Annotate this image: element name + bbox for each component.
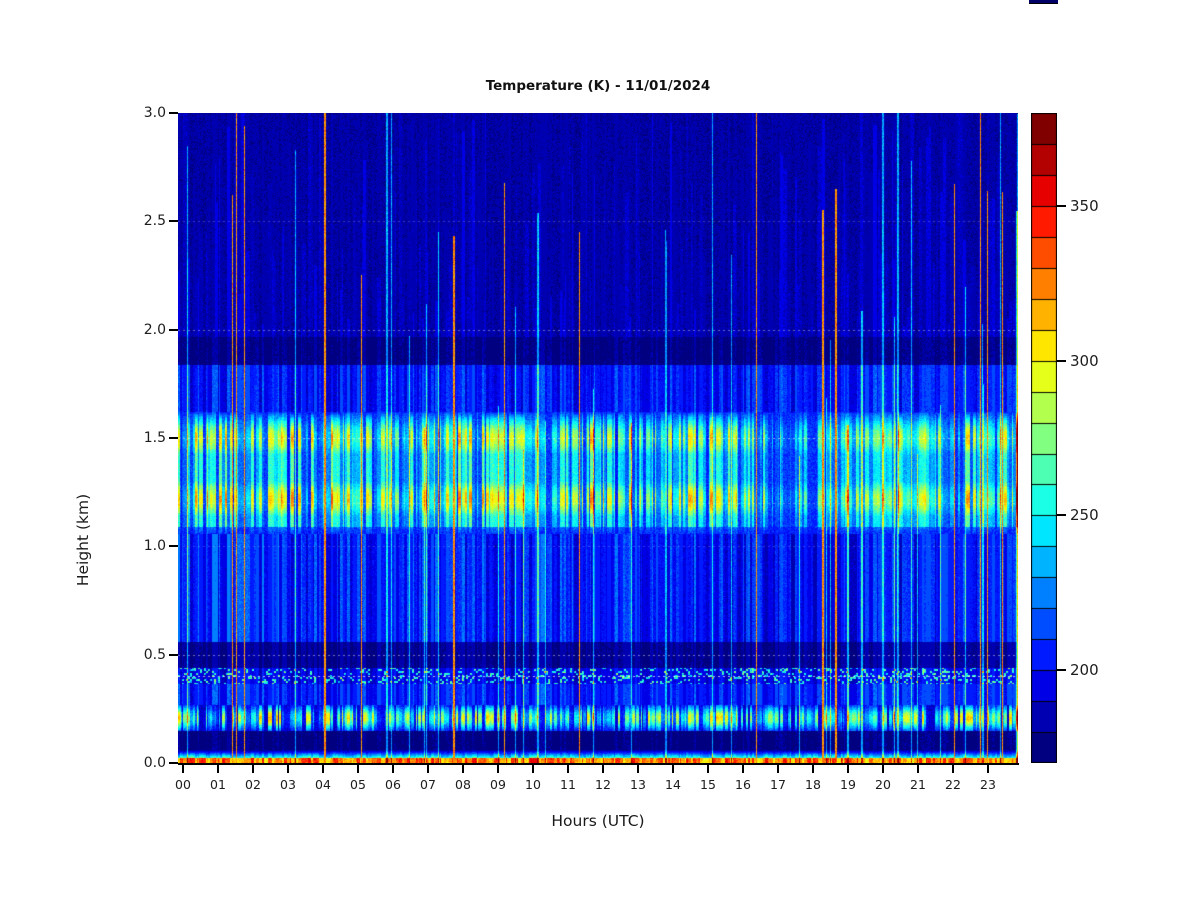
y-axis-tick-label: 0.5 bbox=[143, 646, 166, 663]
x-axis-tick bbox=[882, 764, 884, 773]
x-axis-tick bbox=[567, 764, 569, 773]
x-axis-tick-label: 16 bbox=[735, 777, 751, 792]
x-axis-tick bbox=[812, 764, 814, 773]
colorbar-tick bbox=[1057, 669, 1066, 672]
top-edge-window-fragment bbox=[1029, 0, 1058, 4]
x-axis-tick-label: 17 bbox=[770, 777, 786, 792]
colorbar-tick-label: 250 bbox=[1070, 506, 1099, 525]
x-axis-tick-label: 02 bbox=[245, 777, 261, 792]
y-axis-tick-label: 3.0 bbox=[143, 105, 166, 121]
colorbar-tick bbox=[1057, 514, 1066, 517]
x-axis-tick-label: 18 bbox=[805, 777, 821, 792]
x-axis-tick-label: 13 bbox=[630, 777, 646, 792]
x-axis-tick bbox=[917, 764, 919, 773]
y-axis-tick bbox=[169, 220, 178, 223]
colorbar bbox=[1031, 113, 1057, 763]
colorbar-tick-label: 300 bbox=[1070, 351, 1099, 370]
x-axis-tick bbox=[847, 764, 849, 773]
x-axis-tick-label: 05 bbox=[350, 777, 366, 792]
y-axis-tick-label: 0.0 bbox=[143, 755, 166, 771]
x-axis-tick bbox=[322, 764, 324, 773]
x-axis-tick bbox=[532, 764, 534, 773]
x-axis-tick-label: 01 bbox=[210, 777, 226, 792]
x-axis-tick bbox=[427, 764, 429, 773]
x-axis-tick-label: 12 bbox=[595, 777, 611, 792]
x-axis-tick bbox=[707, 764, 709, 773]
heatmap-canvas bbox=[178, 113, 1018, 763]
x-axis-tick-label: 21 bbox=[910, 777, 926, 792]
y-axis-tick-label: 2.0 bbox=[143, 321, 166, 338]
x-axis-tick bbox=[742, 764, 744, 773]
x-axis-tick bbox=[952, 764, 954, 773]
x-axis-tick-label: 23 bbox=[980, 777, 996, 792]
colorbar-tick bbox=[1057, 359, 1066, 362]
x-axis-tick-label: 22 bbox=[945, 777, 961, 792]
x-axis-tick-label: 08 bbox=[455, 777, 471, 792]
x-axis-tick bbox=[357, 764, 359, 773]
x-axis-tick-label: 10 bbox=[525, 777, 541, 792]
y-axis-tick bbox=[169, 762, 178, 764]
x-axis-tick-label: 00 bbox=[175, 777, 191, 792]
x-axis-tick bbox=[462, 764, 464, 773]
page-title: Temperature (K) - 11/01/2024 bbox=[485, 78, 711, 94]
y-axis-tick bbox=[169, 545, 178, 548]
y-axis-tick bbox=[169, 437, 178, 439]
x-axis-tick bbox=[602, 764, 604, 773]
y-axis-tick bbox=[169, 653, 178, 656]
colorbar-tick-label: 200 bbox=[1070, 661, 1099, 680]
x-axis-tick-label: 06 bbox=[385, 777, 401, 792]
x-axis-tick-label: 15 bbox=[700, 777, 716, 792]
x-axis-tick-label: 07 bbox=[420, 777, 436, 792]
y-axis-tick bbox=[169, 328, 178, 331]
temperature-heatmap-figure: Temperature (K) - 11/01/2024 3.0 2.5 2.0 1.… bbox=[0, 0, 1200, 900]
x-axis-label: Hours (UTC) bbox=[551, 812, 645, 830]
x-axis-tick bbox=[777, 764, 779, 773]
x-axis-tick bbox=[182, 764, 184, 773]
x-axis-tick bbox=[987, 764, 989, 773]
x-axis-tick-label: 19 bbox=[840, 777, 856, 792]
x-axis-tick bbox=[217, 764, 219, 773]
x-axis-tick bbox=[497, 764, 499, 773]
y-axis-tick-label: 1.5 bbox=[143, 430, 166, 446]
x-axis-tick-label: 14 bbox=[665, 777, 681, 792]
y-axis-label: Height (km) bbox=[74, 493, 92, 587]
x-axis-line bbox=[178, 763, 1019, 765]
x-axis-tick bbox=[287, 764, 289, 773]
y-axis-tick-label: 2.5 bbox=[143, 213, 166, 230]
x-axis-tick-label: 09 bbox=[490, 777, 506, 792]
x-axis-tick bbox=[252, 764, 254, 773]
x-axis-tick-label: 20 bbox=[875, 777, 891, 792]
y-axis-tick bbox=[169, 112, 178, 114]
x-axis-tick-label: 11 bbox=[560, 777, 576, 792]
x-axis-tick bbox=[672, 764, 674, 773]
colorbar-tick-label: 350 bbox=[1070, 196, 1099, 215]
x-axis-tick bbox=[637, 764, 639, 773]
colorbar-tick bbox=[1057, 204, 1066, 207]
x-axis-tick-label: 03 bbox=[280, 777, 296, 792]
x-axis-tick bbox=[392, 764, 394, 773]
x-axis-tick-label: 04 bbox=[315, 777, 331, 792]
y-axis-tick-label: 1.0 bbox=[143, 538, 166, 555]
